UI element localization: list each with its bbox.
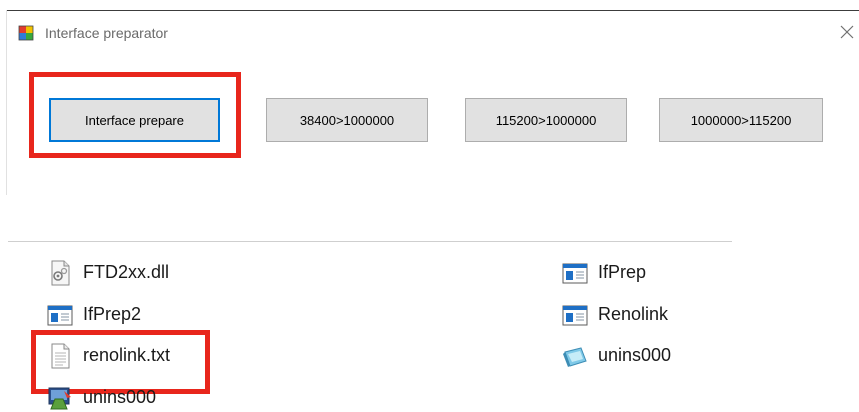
- screenshot: Interface preparator Interface prepare 3…: [0, 0, 859, 412]
- file-name: renolink.txt: [83, 345, 171, 365]
- window-title: Interface preparator: [45, 25, 168, 41]
- uninstall-data-icon: [563, 347, 587, 367]
- file-name: IfPrep: [598, 262, 647, 282]
- app-icon: [18, 25, 34, 41]
- baud-1000000-to-115200-button[interactable]: 1000000>115200: [659, 98, 823, 142]
- file-name: Renolink: [598, 304, 669, 324]
- file-name: unins000: [83, 387, 157, 407]
- file-name: IfPrep2: [83, 304, 142, 324]
- title-bar: Interface preparator: [6, 11, 859, 51]
- close-icon[interactable]: [837, 21, 857, 43]
- text-file-icon: [51, 343, 70, 369]
- file-name: unins000: [598, 345, 672, 365]
- window-left-edge: [6, 10, 7, 195]
- file-name: FTD2xx.dll: [83, 262, 170, 282]
- uninstaller-icon: [48, 387, 71, 410]
- application-icon: [47, 305, 73, 326]
- interface-prepare-button[interactable]: Interface prepare: [49, 98, 220, 142]
- application-icon: [562, 263, 588, 284]
- interface-preparator-window: Interface preparator Interface prepare 3…: [6, 10, 859, 196]
- separator-line: [8, 241, 732, 242]
- baud-115200-to-1000000-button[interactable]: 115200>1000000: [465, 98, 627, 142]
- baud-38400-to-1000000-button[interactable]: 38400>1000000: [266, 98, 428, 142]
- dll-file-icon: [51, 260, 70, 286]
- application-icon: [562, 305, 588, 326]
